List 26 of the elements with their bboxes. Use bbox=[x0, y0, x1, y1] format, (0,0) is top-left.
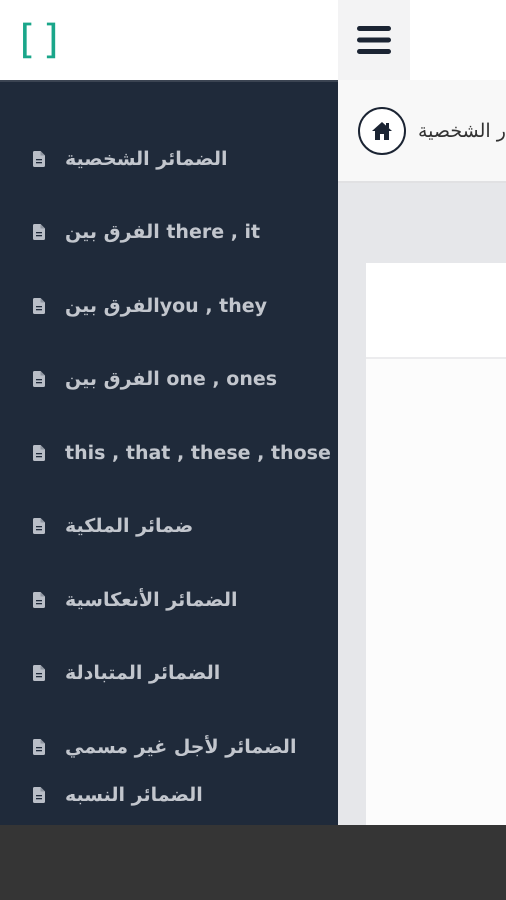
sidebar-item[interactable]: الضمائر الأنعكاسية bbox=[0, 563, 338, 636]
sidebar-item[interactable]: الضمائر الشخصية bbox=[0, 122, 338, 196]
sidebar-item[interactable]: الفرق بينyou , they bbox=[0, 269, 338, 342]
document-icon bbox=[33, 518, 45, 534]
document-icon bbox=[33, 224, 45, 240]
document-icon bbox=[33, 786, 45, 802]
menu-icon bbox=[357, 24, 391, 56]
sidebar-item[interactable]: ضمائر الملكية bbox=[0, 490, 338, 563]
document-icon bbox=[33, 150, 45, 167]
home-button[interactable] bbox=[358, 106, 406, 154]
document-icon bbox=[33, 298, 45, 314]
sidebar-item[interactable]: الضمائر النسبه bbox=[0, 784, 338, 806]
document-icon bbox=[33, 444, 45, 461]
sidebar-item[interactable]: الفرق بين one , ones bbox=[0, 342, 338, 416]
sidebar-item[interactable]: الفرق بين there , it bbox=[0, 196, 338, 269]
document-icon bbox=[33, 665, 45, 682]
home-icon bbox=[371, 120, 393, 140]
sidebar-item[interactable]: الضمائر المتبادلة bbox=[0, 636, 338, 710]
logo: [] bbox=[14, 17, 66, 63]
document-icon bbox=[33, 592, 45, 608]
document-icon bbox=[33, 738, 45, 755]
sidebar-item[interactable]: this , that , these , those bbox=[0, 416, 338, 490]
breadcrumb-text: ر الشخصية bbox=[418, 120, 506, 142]
sidebar-item[interactable]: الضمائر لأجل غير مسمي bbox=[0, 710, 338, 784]
document-icon bbox=[33, 371, 45, 388]
menu-button[interactable] bbox=[338, 0, 410, 80]
